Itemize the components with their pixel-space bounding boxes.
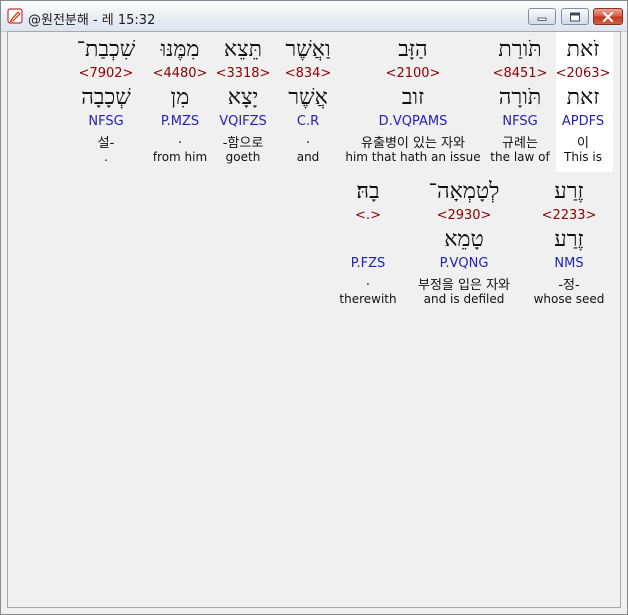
strong-number[interactable]: <7902> (79, 66, 134, 81)
morphology-code[interactable]: VQIFZS (219, 114, 267, 129)
lemma: תֹּורָה (498, 85, 542, 110)
lemma: זֶרַע (554, 227, 584, 252)
lemma: טָמֵא (444, 227, 484, 252)
morphology-code[interactable]: C.R (297, 114, 319, 129)
english-gloss: whose seed (533, 292, 605, 306)
morphology-code[interactable]: NMS (554, 256, 583, 271)
hebrew-word: בָהּ׃ (356, 179, 380, 204)
english-gloss: him that hath an issue (345, 150, 481, 164)
lemma: מִן (170, 85, 190, 110)
morphology-code[interactable]: P.FZS (351, 256, 386, 271)
strong-number[interactable]: <2233> (542, 208, 597, 223)
minimize-icon (537, 17, 547, 21)
english-gloss: and is defiled (423, 292, 505, 306)
strong-number[interactable]: <2063> (556, 66, 611, 81)
maximize-icon (570, 12, 580, 21)
close-button[interactable] (593, 8, 623, 25)
hebrew-word: הַזָּב (398, 37, 428, 62)
minimize-button[interactable] (528, 8, 556, 25)
korean-gloss: -함으로 (222, 136, 264, 151)
korean-gloss: 규례는 (502, 136, 538, 151)
morphology-code[interactable]: P.VQNG (440, 256, 489, 271)
morphology-code[interactable]: D.VQPAMS (379, 114, 448, 129)
english-gloss: therewith (339, 292, 397, 306)
strong-number[interactable]: <2100> (386, 66, 441, 81)
korean-gloss: . (177, 132, 183, 147)
title-bar[interactable]: @원전분해 - 레 15:32 (1, 1, 627, 32)
window-title: @원전분해 - 레 15:32 (28, 13, 156, 28)
lemma: יָצָא (227, 85, 259, 110)
morphology-code[interactable]: NFSG (88, 114, 123, 129)
lemma: זאת (566, 85, 600, 110)
strong-number[interactable]: <3318> (216, 66, 271, 81)
hebrew-word: לְטָמְאָה־ (428, 179, 500, 204)
close-icon (602, 11, 614, 22)
korean-gloss: 부정을 입은 자와 (418, 278, 510, 293)
korean-gloss: 이 (577, 136, 589, 151)
hebrew-word: זֹאת (566, 37, 600, 62)
korean-gloss: . (305, 132, 311, 147)
hebrew-word: תֵּצֵא (223, 37, 263, 62)
korean-gloss: -정- (558, 278, 580, 293)
english-gloss: from him (152, 150, 208, 164)
morphology-code[interactable]: P.MZS (161, 114, 199, 129)
english-gloss: and (296, 150, 320, 164)
english-gloss: goeth (225, 150, 261, 164)
strong-number[interactable]: <8451> (493, 66, 548, 81)
strong-number[interactable]: <.> (355, 208, 381, 223)
hebrew-word: שִׁכְבַת־ (76, 37, 136, 62)
lemma: זוב (401, 85, 425, 110)
english-gloss: the law of (490, 150, 550, 164)
strong-number[interactable]: <834> (285, 66, 332, 81)
hebrew-word: תֹּורַת (498, 37, 542, 62)
morphology-code[interactable]: APDFS (562, 114, 604, 129)
strong-number[interactable]: <2930> (437, 208, 492, 223)
korean-gloss: 유출병이 있는 자와 (361, 136, 465, 151)
hebrew-word: זֶרַע (554, 179, 584, 204)
lemma: שְׁכָבָה (81, 85, 131, 110)
pencil-icon (7, 8, 23, 24)
maximize-button[interactable] (561, 8, 589, 25)
lemma: אֲשֶׁר (288, 85, 328, 110)
korean-gloss: 설- (97, 136, 115, 151)
app-window: @원전분해 - 레 15:32 זֹאת <2063> זאת APDFS 이 (0, 0, 628, 615)
hebrew-word: מִמֶּנּוּ (160, 37, 200, 62)
hebrew-word: וַאֲשֶׁר (285, 37, 331, 62)
english-gloss: . (104, 150, 108, 164)
morphology-code[interactable]: NFSG (502, 114, 537, 129)
strong-number[interactable]: <4480> (153, 66, 208, 81)
korean-gloss: . (365, 274, 371, 289)
verse-analysis-panel: זֹאת <2063> זאת APDFS 이 This is תֹּורַת … (7, 31, 621, 608)
english-gloss: This is (564, 150, 602, 164)
